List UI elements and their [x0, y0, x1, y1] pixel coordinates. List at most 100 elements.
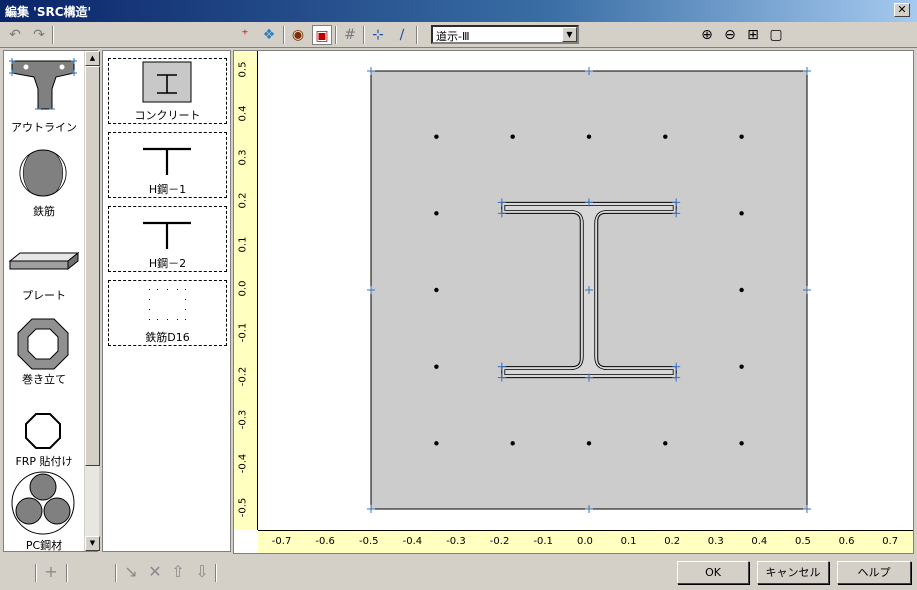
element-label: 鉄筋D16: [145, 331, 190, 344]
rebar-dots-icon: [149, 289, 186, 320]
scrollbar-thumb[interactable]: [85, 66, 100, 466]
footer-separator: [215, 564, 217, 582]
palette-item-outline[interactable]: アウトライン: [4, 53, 82, 134]
rebar-point: [434, 364, 439, 369]
element-label: コンクリート: [134, 109, 201, 122]
pc-strand-icon: [11, 471, 75, 535]
help-button[interactable]: ヘルプ: [837, 561, 911, 584]
y-tick-label: 0.5: [237, 61, 249, 78]
rebar-point: [510, 134, 515, 139]
add-point-icon[interactable]: ⁺: [235, 25, 255, 45]
y-tick-label: 0.2: [237, 192, 249, 209]
frp-icon: [25, 413, 61, 449]
palette-item-plate[interactable]: プレート: [4, 247, 82, 307]
rebar-point: [663, 441, 668, 446]
palette-label: 鉄筋: [33, 205, 55, 218]
palette-label: FRP 貼付け: [15, 455, 73, 468]
toolbar-separator: [363, 26, 365, 44]
concrete-icon: [142, 61, 192, 103]
design-code-value: 道示-Ⅲ: [436, 30, 470, 43]
y-tick-label: -0.2: [237, 366, 249, 386]
element-item-h-steel-2[interactable]: H鋼－2: [108, 206, 227, 272]
x-tick-label: -0.4: [402, 536, 423, 547]
move-down-icon[interactable]: ⇩: [192, 562, 212, 582]
toolbar-separator: [335, 26, 337, 44]
element-label: H鋼－1: [148, 183, 187, 196]
rebar-point: [586, 134, 592, 139]
rebar-point: [434, 134, 439, 139]
horizontal-ruler: -0.7 -0.6 -0.5 -0.4 -0.3 -0.2 -0.1 0.0 0.1 0.2 0.3…: [258, 530, 913, 553]
scroll-up-icon[interactable]: ▲: [85, 51, 100, 66]
zoom-out-icon[interactable]: ⊖: [720, 25, 740, 45]
x-tick-label: -0.6: [315, 536, 335, 547]
rebar-point: [586, 441, 592, 446]
plate-icon: [8, 251, 80, 271]
rebar-point: [739, 134, 744, 139]
vertex-icon[interactable]: ❖: [259, 25, 279, 45]
grid-icon[interactable]: #: [340, 25, 360, 45]
title-bar: 編集 'SRC構造' ✕: [0, 0, 917, 22]
h-steel-icon: [143, 147, 191, 175]
design-code-select[interactable]: 道示-Ⅲ ▼: [431, 25, 579, 44]
section-drawing[interactable]: [258, 51, 914, 530]
drawing-canvas[interactable]: -0.5 -0.4 -0.3 -0.2 -0.1 0.0 0.1 0.2 0.3 0.4 0.5 -…: [233, 50, 914, 554]
x-tick-label: -0.5: [359, 536, 379, 547]
frame-icon[interactable]: ▢: [766, 25, 786, 45]
rebar-icon: [19, 149, 67, 197]
palette-item-frp[interactable]: FRP 貼付け: [4, 411, 82, 471]
element-item-h-steel-1[interactable]: H鋼－1: [108, 132, 227, 198]
palette-item-jacketing[interactable]: 巻き立て: [4, 315, 82, 387]
delete-icon[interactable]: ✕: [145, 562, 165, 582]
palette-label: PC鋼材: [25, 539, 63, 552]
x-tick-label: 0.6: [838, 536, 855, 547]
toolbar-separator: [283, 26, 285, 44]
x-tick-label: 0.7: [882, 536, 899, 547]
x-tick-label: -0.1: [533, 536, 553, 547]
footer-separator: [115, 564, 117, 582]
x-tick-label: 0.4: [751, 536, 768, 547]
redo-icon[interactable]: ↷: [29, 25, 49, 45]
palette-icon[interactable]: ◉: [288, 25, 308, 45]
jacketing-icon: [17, 318, 69, 370]
fit-view-icon[interactable]: ⊞: [743, 25, 763, 45]
toolbar-separator: [52, 26, 54, 44]
rebar-point: [739, 287, 744, 293]
y-tick-label: 0.3: [237, 149, 249, 166]
rebar-point: [434, 441, 439, 446]
x-tick-label: 0.5: [795, 536, 811, 547]
axis-icon[interactable]: ⊹: [368, 25, 388, 45]
slant-icon[interactable]: ∕: [392, 25, 412, 45]
rebar-point: [739, 364, 744, 369]
color-icon[interactable]: ▣: [312, 25, 332, 45]
palette-item-rebar[interactable]: 鉄筋: [4, 147, 82, 219]
window-title: 編集 'SRC構造': [5, 5, 92, 19]
palette-label: アウトライン: [11, 121, 77, 134]
palette-scrollbar[interactable]: ▲ ▼: [84, 51, 100, 551]
undo-icon[interactable]: ↶: [5, 25, 25, 45]
y-tick-label: 0.4: [237, 105, 249, 122]
chevron-down-icon[interactable]: ▼: [562, 27, 577, 42]
scroll-down-icon[interactable]: ▼: [85, 536, 100, 551]
rebar-point: [663, 134, 668, 139]
x-tick-label: 0.1: [620, 536, 637, 547]
move-up-icon[interactable]: ⇧: [168, 562, 188, 582]
y-tick-label: -0.5: [237, 497, 249, 518]
element-item-rebar-d16[interactable]: 鉄筋D16: [108, 280, 227, 346]
cancel-button[interactable]: キャンセル: [757, 561, 829, 584]
section-element-list: コンクリート H鋼－1 H鋼－2 鉄筋D16: [102, 50, 231, 552]
zoom-in-icon[interactable]: ⊕: [697, 25, 717, 45]
y-tick-label: 0.1: [237, 236, 249, 253]
ok-button[interactable]: OK: [677, 561, 749, 584]
rebar-point: [510, 441, 515, 446]
palette-item-pc-strand[interactable]: PC鋼材: [4, 469, 82, 553]
y-tick-label: -0.4: [237, 453, 249, 474]
y-tick-label: -0.1: [237, 322, 249, 343]
element-item-concrete[interactable]: コンクリート: [108, 58, 227, 124]
draw-icon[interactable]: ↘: [121, 562, 141, 582]
rebar-point: [739, 441, 744, 446]
add-icon[interactable]: +: [41, 562, 61, 582]
close-button[interactable]: ✕: [894, 3, 910, 17]
x-tick-label: 0.2: [664, 536, 681, 547]
y-tick-label: 0.0: [237, 280, 249, 297]
y-tick-label: -0.3: [237, 410, 249, 430]
